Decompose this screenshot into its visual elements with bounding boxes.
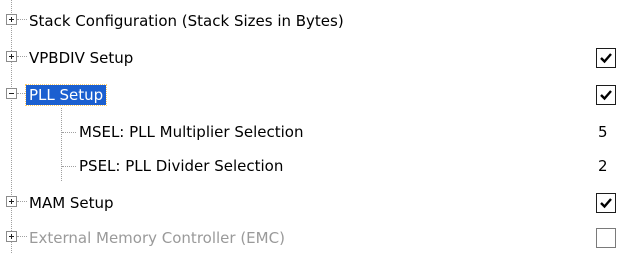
pll-enable-checkbox[interactable] (596, 85, 616, 105)
tree-item-label[interactable]: PSEL: PLL Divider Selection (79, 156, 283, 176)
emc-enable-checkbox[interactable] (596, 228, 616, 248)
mam-enable-checkbox[interactable] (596, 193, 616, 213)
tree-item-mam-setup[interactable]: MAM Setup (0, 188, 624, 218)
tree-connector (17, 56, 27, 57)
checkmark-icon (600, 53, 612, 64)
tree-item-emc[interactable]: External Memory Controller (EMC) (0, 223, 624, 253)
expand-plus-icon[interactable] (6, 196, 17, 207)
tree-item-msel[interactable]: MSEL: PLL Multiplier Selection 5 (0, 117, 624, 147)
tree-item-pll-setup[interactable]: PLL Setup (0, 80, 624, 110)
tree-connector (17, 19, 27, 20)
tree-item-stack-configuration[interactable]: Stack Configuration (Stack Sizes in Byte… (0, 6, 624, 36)
expand-plus-icon[interactable] (6, 231, 17, 242)
msel-value[interactable]: 5 (598, 122, 608, 142)
config-wizard-tree: Stack Configuration (Stack Sizes in Byte… (0, 0, 624, 253)
tree-item-label[interactable]: VPBDIV Setup (29, 48, 133, 68)
collapse-minus-icon[interactable] (6, 88, 17, 99)
tree-connector (17, 201, 27, 202)
checkmark-icon (600, 90, 612, 101)
tree-item-label[interactable]: External Memory Controller (EMC) (29, 228, 285, 248)
tree-item-vpbdiv-setup[interactable]: VPBDIV Setup (0, 43, 624, 73)
tree-connector (62, 132, 76, 133)
expand-plus-icon[interactable] (6, 51, 17, 62)
tree-item-label[interactable]: MSEL: PLL Multiplier Selection (79, 122, 303, 142)
expand-plus-icon[interactable] (6, 14, 17, 25)
tree-connector (62, 166, 76, 167)
psel-value[interactable]: 2 (598, 156, 608, 176)
vpbdiv-enable-checkbox[interactable] (596, 48, 616, 68)
tree-item-label[interactable]: PLL Setup (24, 84, 108, 106)
tree-connector (17, 236, 27, 237)
tree-item-label[interactable]: MAM Setup (29, 193, 114, 213)
tree-item-label[interactable]: Stack Configuration (Stack Sizes in Byte… (29, 11, 344, 31)
tree-item-psel[interactable]: PSEL: PLL Divider Selection 2 (0, 151, 624, 181)
checkmark-icon (600, 198, 612, 209)
